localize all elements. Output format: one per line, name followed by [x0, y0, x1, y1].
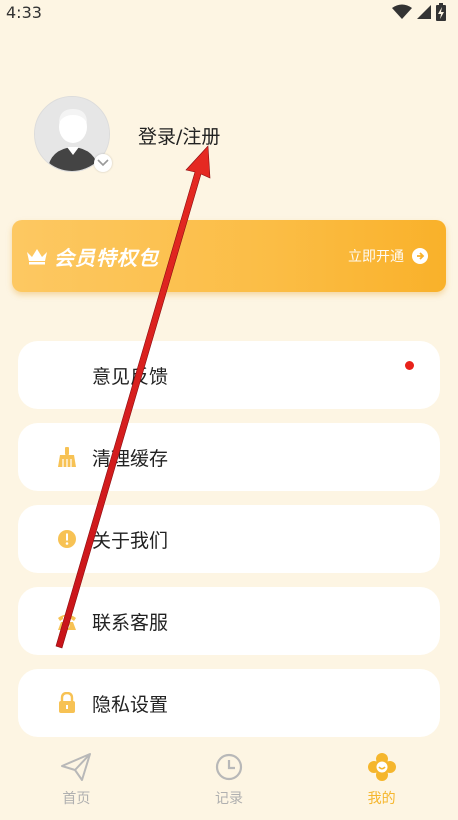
status-icons — [392, 3, 446, 21]
login-register-link[interactable]: 登录/注册 — [138, 122, 220, 149]
crown-icon — [27, 249, 47, 265]
signal-icon — [417, 5, 431, 19]
phone-icon — [56, 610, 78, 632]
menu-item-label: 清理缓存 — [92, 447, 169, 470]
vip-banner-left: 会员特权包 — [26, 242, 159, 271]
tab-label: 首页 — [62, 791, 91, 807]
tab-records[interactable]: 记录 — [179, 752, 279, 808]
menu-item-label: 隐私设置 — [92, 693, 169, 716]
menu-item-label: 关于我们 — [92, 529, 169, 552]
lock-icon — [56, 692, 78, 714]
bottom-tab-bar: 首页 记录 我的 — [0, 742, 458, 820]
tab-label: 记录 — [214, 791, 243, 807]
clock-icon — [215, 753, 243, 781]
menu-item-privacy-settings[interactable]: 隐私设置 — [18, 669, 440, 737]
tab-label: 我的 — [367, 791, 396, 807]
menu-item-label: 联系客服 — [92, 611, 169, 634]
smile-flower-icon — [367, 753, 396, 781]
tab-mine[interactable]: 我的 — [332, 752, 432, 808]
menu-item-about-us[interactable]: 关于我们 — [18, 505, 440, 573]
vip-activate-label: 立即开通 — [348, 249, 404, 265]
broom-icon — [56, 446, 78, 468]
status-bar: 4:33 — [0, 0, 458, 24]
menu-item-contact-support[interactable]: 联系客服 — [18, 587, 440, 655]
chevron-down-icon[interactable] — [94, 154, 112, 172]
wifi-icon — [392, 4, 412, 19]
vip-banner-title: 会员特权包 — [54, 245, 159, 270]
tab-home[interactable]: 首页 — [26, 752, 126, 808]
vip-activate-button[interactable]: 立即开通 — [348, 246, 428, 266]
notification-dot — [405, 361, 414, 370]
status-time: 4:33 — [6, 2, 42, 22]
battery-charging-icon — [436, 3, 446, 21]
menu-item-clear-cache[interactable]: 清理缓存 — [18, 423, 440, 491]
menu-item-feedback[interactable]: 意见反馈 — [18, 341, 440, 409]
paper-plane-icon — [61, 753, 92, 781]
info-icon — [56, 528, 78, 550]
arrow-right-circle-icon — [412, 248, 428, 264]
vip-banner[interactable]: 会员特权包 立即开通 — [12, 220, 446, 292]
menu-item-label: 意见反馈 — [92, 365, 169, 388]
